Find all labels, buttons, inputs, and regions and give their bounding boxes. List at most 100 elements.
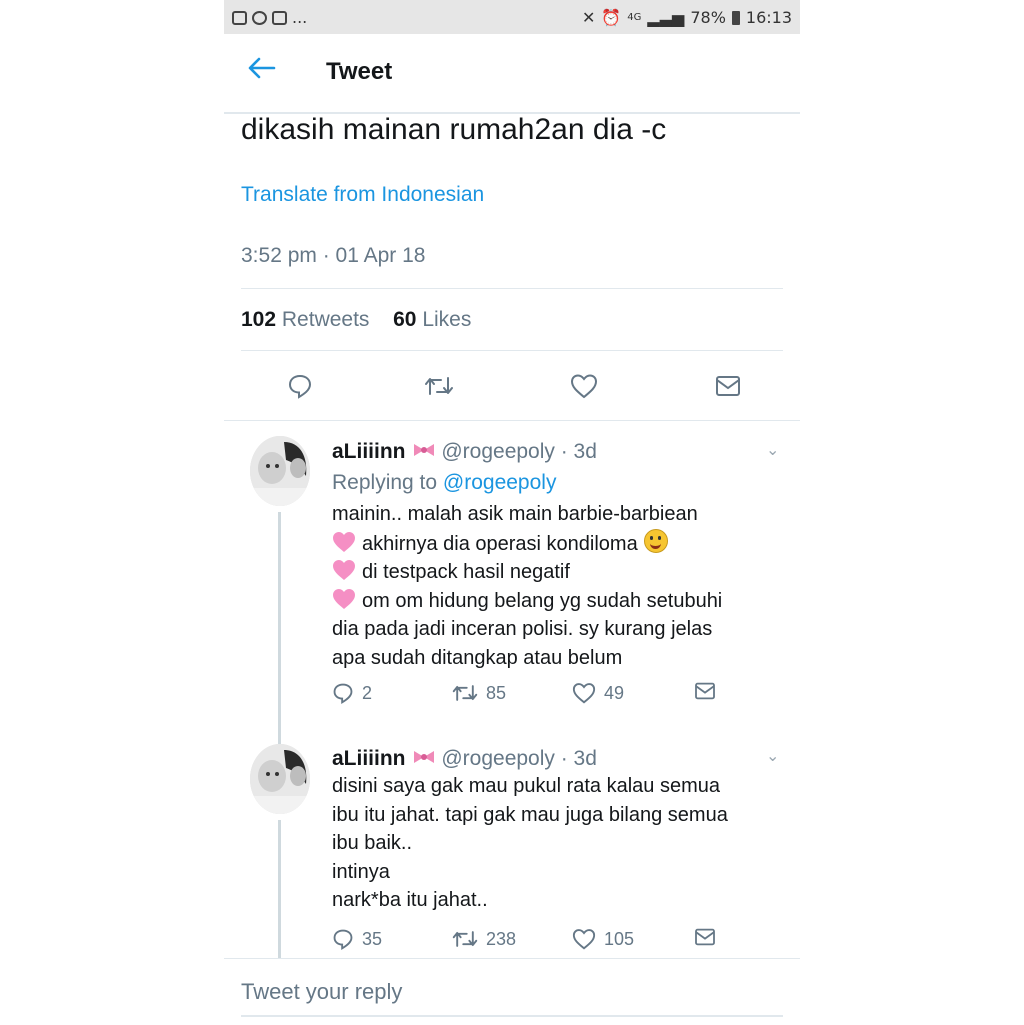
reply-line-text: om om hidung belang yg sudah setubuhi (362, 589, 723, 612)
user-handle-time: @rogeepoly · 3d (441, 747, 597, 770)
likes-stat[interactable]: 60 Likes (393, 308, 471, 331)
reply-line: intinya (332, 860, 390, 883)
share-mail-icon (695, 928, 715, 946)
retweet-icon[interactable] (419, 366, 459, 406)
reply-count: 35 (362, 928, 383, 949)
thread-line (278, 512, 281, 738)
retweet-icon (452, 931, 478, 947)
tweet-stats: 102 Retweets 60 Likes (241, 308, 471, 332)
tweet-timestamp: 3:52 pm · 01 Apr 18 (241, 244, 426, 267)
user-handle-time: @rogeepoly · 3d (441, 440, 597, 463)
user-name[interactable]: aLiiiinn (332, 747, 406, 770)
smiley-emoji-icon (643, 528, 668, 553)
chevron-down-icon[interactable]: ⌄ (766, 440, 779, 460)
reply-input-underline (241, 1015, 783, 1017)
reply-tweet[interactable]: aLiiiinn @rogeepoly · 3d ⌄ Replying to @… (224, 420, 800, 738)
reply-line-text: di testpack hasil negatif (362, 561, 570, 583)
reply-line: apa sudah ditangkap atau belum (332, 646, 623, 669)
reply-header: aLiiiinn @rogeepoly · 3d (332, 746, 597, 771)
reply-actions: 2 85 49 (332, 682, 762, 712)
reply-line: ibu baik.. (332, 832, 413, 854)
reply-input[interactable]: Tweet your reply (241, 979, 402, 1005)
replying-to: Replying to @rogeepoly (332, 471, 556, 495)
gallery-icon (232, 10, 247, 25)
status-bar-system: ✕ ⏰ 4G ▂▃▅ 78% 16:13 (582, 8, 792, 27)
user-name[interactable]: aLiiiinn (332, 440, 406, 463)
ribbon-emoji-icon (412, 746, 436, 763)
reply-line: mainin.. malah asik main barbie-barbiean (332, 503, 698, 525)
reply-line: nark*ba itu jahat.. (332, 889, 488, 911)
thread-line (278, 820, 281, 958)
tweet-text: dikasih mainan rumah2an dia -c (241, 113, 667, 146)
reply-line: ibu itu jahat. tapi gak mau juga bilang … (332, 803, 728, 826)
clock: 16:13 (745, 8, 792, 27)
reply-line-text: akhirnya dia operasi kondiloma (362, 532, 638, 555)
page-title: Tweet (326, 58, 393, 85)
phone-screen: ... ✕ ⏰ 4G ▂▃▅ 78% 16:13 Tweet dikasih m… (224, 0, 800, 1024)
network-type: 4G (627, 12, 642, 23)
reply-composer: Tweet your reply (224, 958, 800, 1025)
retweets-label: Retweets (281, 308, 370, 331)
retweet-icon (452, 685, 478, 701)
like-count: 105 (604, 928, 635, 949)
pink-heart-emoji-icon (332, 559, 356, 581)
replying-handle[interactable]: @rogeepoly (443, 471, 557, 494)
retweet-button[interactable]: 85 (452, 682, 506, 704)
pink-heart-emoji-icon (332, 531, 356, 553)
like-heart-icon[interactable] (564, 366, 604, 406)
pink-heart-emoji-icon (332, 588, 356, 610)
reply-button[interactable]: 35 (332, 928, 382, 950)
like-heart-icon (572, 929, 596, 950)
ribbon-emoji-icon (412, 439, 436, 456)
retweet-count: 238 (486, 928, 517, 949)
reply-line: dia pada jadi inceran polisi. sy kurang … (332, 618, 713, 640)
tweet-actions (224, 366, 800, 406)
signal-icon: ▂▃▅ (647, 8, 685, 27)
like-button[interactable]: 105 (572, 928, 634, 950)
avatar[interactable] (250, 436, 310, 506)
retweets-count: 102 (241, 308, 277, 331)
instagram-icon (272, 10, 287, 25)
retweets-stat[interactable]: 102 Retweets (241, 308, 369, 331)
reply-line: om om hidung belang yg sudah setubuhi (332, 587, 722, 616)
status-bar-notifications: ... (232, 8, 307, 27)
reply-icon (333, 683, 353, 704)
battery-percent: 78% (690, 8, 726, 27)
reply-line: di testpack hasil negatif (332, 558, 722, 587)
like-count: 49 (604, 682, 625, 703)
avatar[interactable] (250, 744, 310, 814)
reply-icon[interactable] (280, 366, 320, 406)
reply-body: disini saya gak mau pukul rata kalau sem… (332, 772, 728, 915)
reply-icon (333, 929, 353, 950)
retweet-button[interactable]: 238 (452, 928, 516, 950)
status-bar: ... ✕ ⏰ 4G ▂▃▅ 78% 16:13 (224, 0, 800, 34)
divider (241, 350, 783, 351)
share-mail-icon[interactable] (708, 366, 748, 406)
mute-icon: ✕ (581, 8, 596, 27)
share-mail-icon (695, 682, 715, 700)
replying-prefix: Replying to (332, 471, 438, 494)
reply-count: 2 (362, 682, 373, 703)
reply-tweet[interactable]: aLiiiinn @rogeepoly · 3d ⌄ disini saya g… (224, 738, 800, 958)
app-header: Tweet (224, 34, 800, 114)
retweet-count: 85 (486, 682, 507, 703)
chevron-down-icon[interactable]: ⌄ (766, 746, 779, 766)
likes-label: Likes (422, 308, 472, 331)
share-button[interactable] (694, 928, 716, 946)
share-button[interactable] (694, 682, 716, 700)
reply-actions: 35 238 105 (332, 928, 762, 958)
reply-button[interactable]: 2 (332, 682, 372, 704)
alarm-icon: ⏰ (601, 8, 622, 27)
likes-count: 60 (393, 308, 417, 331)
reply-line: akhirnya dia operasi kondiloma (332, 528, 722, 559)
like-heart-icon (572, 683, 596, 704)
translate-link[interactable]: Translate from Indonesian (241, 183, 484, 207)
more-notifications: ... (292, 8, 308, 27)
battery-icon (731, 10, 740, 25)
whatsapp-icon (252, 10, 267, 25)
back-arrow-icon[interactable] (246, 56, 276, 85)
like-button[interactable]: 49 (572, 682, 624, 704)
reply-header: aLiiiinn @rogeepoly · 3d (332, 439, 597, 464)
reply-body: mainin.. malah asik main barbie-barbiean… (332, 500, 722, 672)
reply-line: disini saya gak mau pukul rata kalau sem… (332, 775, 720, 797)
